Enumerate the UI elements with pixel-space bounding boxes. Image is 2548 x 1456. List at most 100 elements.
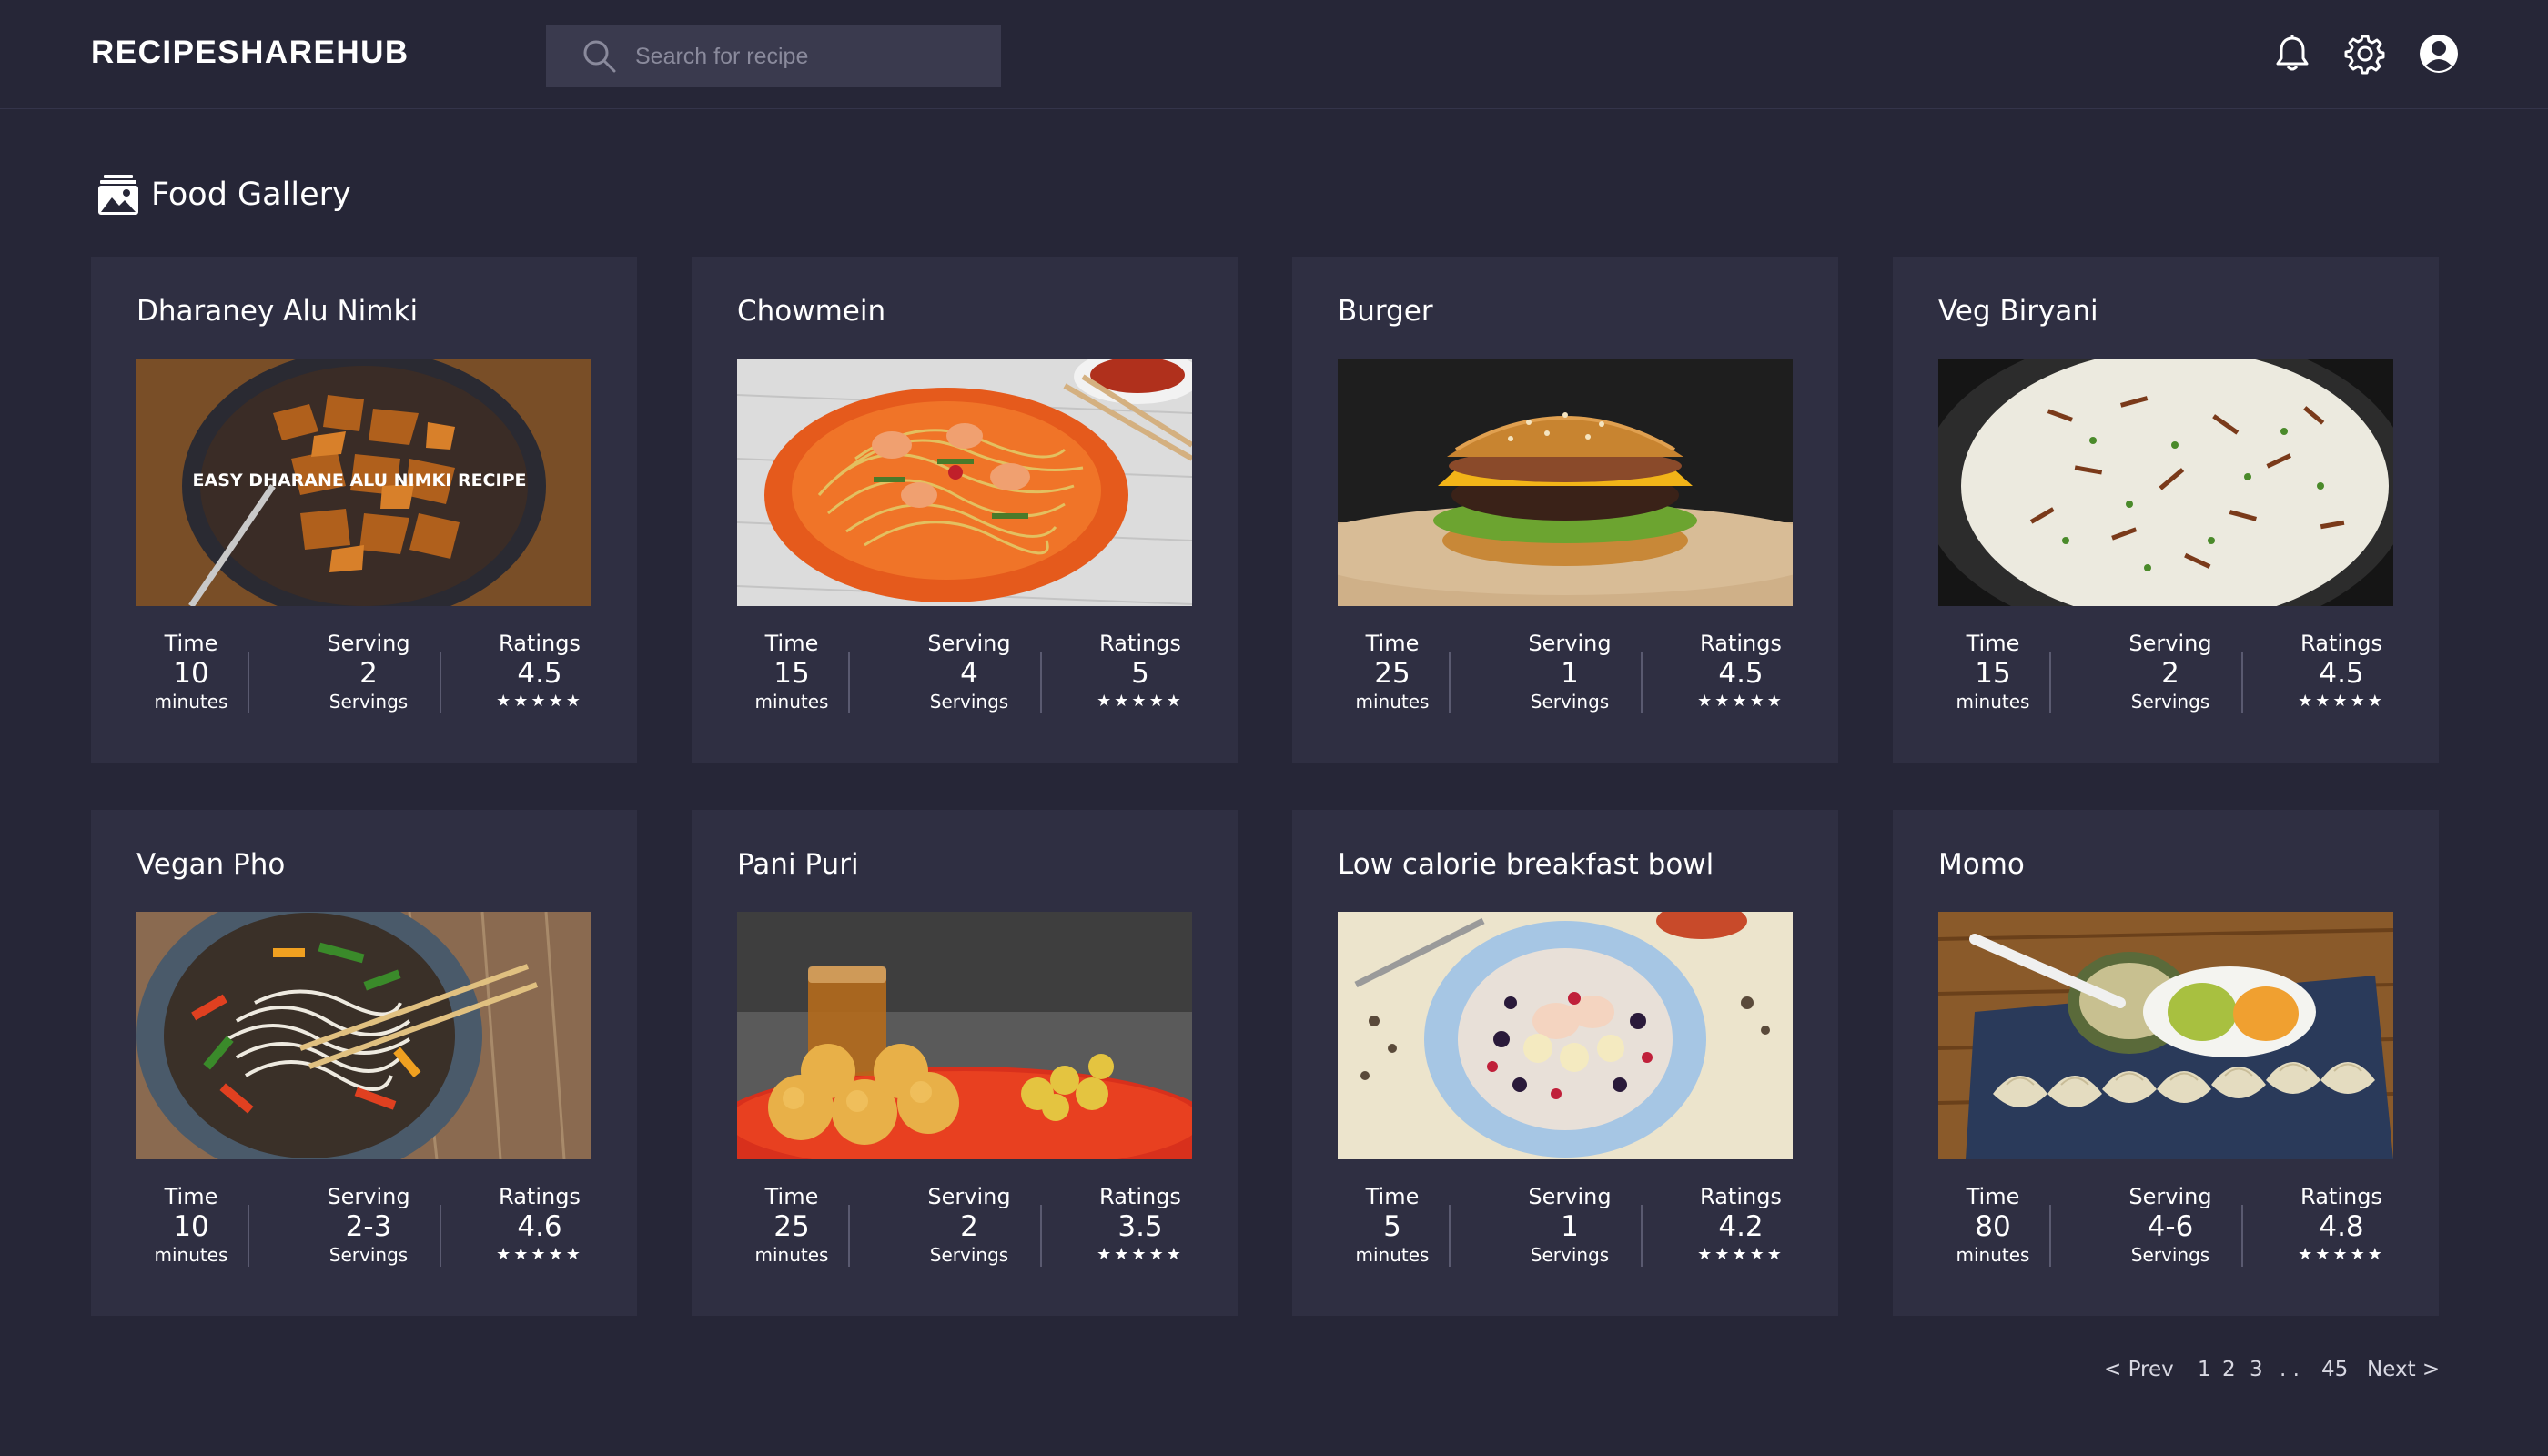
search-box[interactable] [546, 25, 1001, 89]
recipe-title[interactable]: Chowmein [737, 295, 885, 328]
time-unit: minutes [754, 691, 829, 713]
serving-label: Serving [927, 1184, 1011, 1209]
recipe-card[interactable]: Vegan Pho Time 10 minutes Serving 2-3 Se… [91, 810, 637, 1316]
recipe-card[interactable]: Veg Biryani Time 15 minutes Serving 2 Se… [1893, 257, 2439, 763]
serving-stat: Serving 4-6 Servings [2102, 1183, 2239, 1267]
gear-icon[interactable] [2344, 33, 2386, 75]
recipe-image[interactable] [737, 359, 1192, 606]
serving-label: Serving [2128, 1184, 2212, 1209]
recipe-image[interactable] [737, 912, 1192, 1159]
time-label: Time [764, 1184, 819, 1209]
serving-stat: Serving 1 Servings [1502, 1183, 1638, 1267]
ratings-label: Ratings [2300, 631, 2382, 656]
recipe-stats: Time 10 minutes Serving 2 Servings Ratin… [136, 630, 592, 721]
recipe-title[interactable]: Vegan Pho [136, 848, 285, 881]
page-link-1[interactable]: 1 [2198, 1358, 2211, 1381]
page-link-last[interactable]: 45 [2321, 1358, 2348, 1381]
time-value: 10 [173, 1210, 209, 1243]
serving-unit: Servings [2130, 691, 2210, 713]
serving-value: 2-3 [345, 1210, 392, 1243]
search-input[interactable] [633, 25, 992, 89]
recipe-card[interactable]: Pani Puri Time 25 minutes Serving 2 Serv… [692, 810, 1238, 1316]
recipe-image[interactable] [1338, 912, 1793, 1159]
recipe-title[interactable]: Momo [1938, 848, 2025, 881]
time-unit: minutes [1355, 1244, 1430, 1266]
time-value: 15 [774, 657, 810, 690]
stat-divider [848, 652, 850, 713]
prev-page-link[interactable]: < Prev [2104, 1358, 2174, 1381]
stat-divider [848, 1205, 850, 1267]
ratings-value: 4.5 [2319, 657, 2364, 690]
ratings-label: Ratings [499, 631, 581, 656]
stat-divider [2241, 652, 2243, 713]
user-icon[interactable] [2418, 33, 2460, 75]
recipe-stats: Time 15 minutes Serving 2 Servings Ratin… [1938, 630, 2393, 721]
ratings-label: Ratings [1099, 1184, 1181, 1209]
serving-label: Serving [1528, 631, 1612, 656]
recipe-card[interactable]: Momo Time 80 minutes Serving 4-6 Serving… [1893, 810, 2439, 1316]
serving-label: Serving [927, 631, 1011, 656]
recipe-title[interactable]: Low calorie breakfast bowl [1338, 848, 1714, 881]
stat-divider [1449, 652, 1451, 713]
serving-stat: Serving 2 Servings [300, 630, 437, 713]
time-label: Time [164, 1184, 218, 1209]
page-title: Food Gallery [151, 177, 351, 213]
recipe-stats: Time 5 minutes Serving 1 Servings Rating… [1338, 1183, 1793, 1274]
ratings-stat: Ratings 4.8 ★★★★★ [2273, 1183, 2410, 1267]
ratings-stat: Ratings 4.5 ★★★★★ [2273, 630, 2410, 713]
ratings-value: 4.5 [517, 657, 562, 690]
search-icon [583, 40, 616, 73]
stat-divider [1641, 652, 1643, 713]
serving-value: 1 [1561, 1210, 1579, 1243]
recipe-card[interactable]: Chowmein Time 15 minutes Serving 4 Servi… [692, 257, 1238, 763]
recipe-image[interactable] [1338, 359, 1793, 606]
page-link-3[interactable]: 3 [2250, 1358, 2263, 1381]
gallery-icon [98, 175, 138, 215]
serving-label: Serving [2128, 631, 2212, 656]
recipe-card[interactable]: Dharaney Alu Nimki EASY DHARANE ALU NIMK… [91, 257, 637, 763]
bell-icon[interactable] [2271, 33, 2313, 75]
serving-value: 2 [2161, 657, 2179, 690]
serving-value: 2 [960, 1210, 978, 1243]
recipe-title[interactable]: Burger [1338, 295, 1433, 328]
time-unit: minutes [154, 691, 228, 713]
stat-divider [248, 1205, 249, 1267]
serving-label: Serving [1528, 1184, 1612, 1209]
time-value: 5 [1383, 1210, 1401, 1243]
stat-divider [1449, 1205, 1451, 1267]
next-page-link[interactable]: Next > [2367, 1358, 2440, 1381]
recipe-title[interactable]: Veg Biryani [1938, 295, 2098, 328]
page-link-2[interactable]: 2 [2222, 1358, 2236, 1381]
serving-stat: Serving 2 Servings [901, 1183, 1037, 1267]
ratings-value: 4.2 [1718, 1210, 1764, 1243]
ratings-value: 4.5 [1718, 657, 1764, 690]
star-rating: ★★★★★ [2298, 692, 2385, 711]
recipe-card[interactable]: Low calorie breakfast bowl Time 5 minute… [1292, 810, 1838, 1316]
ratings-value: 4.6 [517, 1210, 562, 1243]
recipe-card[interactable]: Burger Time 25 minutes Serving 1 Serving… [1292, 257, 1838, 763]
recipe-image[interactable]: EASY DHARANE ALU NIMKI RECIPE [136, 359, 592, 606]
recipe-title[interactable]: Dharaney Alu Nimki [136, 295, 418, 328]
serving-unit: Servings [929, 691, 1009, 713]
time-stat: Time 25 minutes [723, 1183, 860, 1267]
time-unit: minutes [1956, 691, 2030, 713]
time-stat: Time 10 minutes [123, 630, 259, 713]
pagination-ellipsis: . . [2280, 1358, 2300, 1381]
recipe-image[interactable] [136, 912, 592, 1159]
recipe-image[interactable] [1938, 359, 2393, 606]
ratings-stat: Ratings 4.6 ★★★★★ [471, 1183, 608, 1267]
star-rating: ★★★★★ [1097, 1245, 1184, 1264]
star-rating: ★★★★★ [1697, 1245, 1785, 1264]
recipe-stats: Time 10 minutes Serving 2-3 Servings Rat… [136, 1183, 592, 1274]
ratings-label: Ratings [1700, 1184, 1782, 1209]
recipe-image[interactable] [1938, 912, 2393, 1159]
stat-divider [440, 1205, 441, 1267]
star-rating: ★★★★★ [496, 692, 583, 711]
brand-logo[interactable]: RECIPESHAREHUB [91, 35, 410, 71]
ratings-stat: Ratings 5 ★★★★★ [1072, 630, 1208, 713]
recipe-title[interactable]: Pani Puri [737, 848, 859, 881]
serving-stat: Serving 4 Servings [901, 630, 1037, 713]
ratings-stat: Ratings 4.2 ★★★★★ [1673, 1183, 1809, 1267]
time-label: Time [164, 631, 218, 656]
ratings-stat: Ratings 4.5 ★★★★★ [1673, 630, 1809, 713]
